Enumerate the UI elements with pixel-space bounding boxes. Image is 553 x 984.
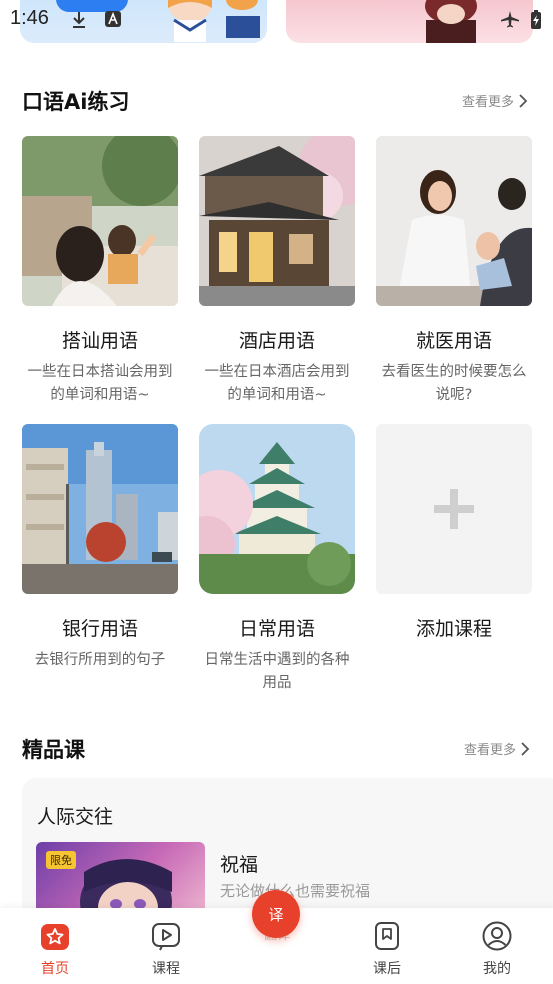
- course-card-medical[interactable]: 就医用语 去看医生的时候要怎么说呢?: [376, 136, 532, 407]
- more-link-label: 查看更多: [462, 95, 515, 110]
- course-title: 日常用语: [238, 618, 315, 640]
- translate-app-icon: [105, 11, 121, 27]
- course-description: 去银行所用到的句子: [34, 652, 166, 668]
- speaking-more-link[interactable]: 查看更多: [462, 91, 528, 110]
- more-link-label: 查看更多: [464, 743, 517, 758]
- premium-more-link[interactable]: 查看更多: [464, 739, 530, 758]
- profile-icon: [482, 921, 512, 951]
- add-course-label: 添加课程: [415, 618, 492, 640]
- nav-label: 首页: [41, 961, 69, 977]
- lesson-title[interactable]: 祝福: [220, 850, 258, 877]
- course-description: 去看医生的时候要怎么说呢?: [381, 364, 527, 403]
- promo-banner-left[interactable]: [20, 0, 267, 43]
- nav-label: 课程: [152, 961, 180, 977]
- course-title: 酒店用语: [238, 330, 315, 352]
- course-title: 就医用语: [415, 330, 492, 352]
- course-card-hotel[interactable]: 酒店用语 一些在日本酒店会用到的单词和用语~: [199, 136, 355, 407]
- nav-course[interactable]: 课程: [131, 920, 201, 978]
- translate-button[interactable]: 译: [252, 890, 300, 938]
- course-image: [22, 424, 178, 594]
- battery-charging-icon: [531, 10, 541, 29]
- course-description: 日常生活中遇到的各种用品: [204, 652, 350, 691]
- course-image: [199, 424, 355, 594]
- nav-after-class[interactable]: 课后: [352, 920, 422, 978]
- add-course-box[interactable]: [376, 424, 532, 594]
- course-title: 搭讪用语: [61, 330, 138, 352]
- course-image: [199, 136, 355, 306]
- course-card-daily[interactable]: 日常用语 日常生活中遇到的各种用品: [199, 424, 355, 695]
- course-description: 一些在日本搭讪会用到的单词和用语~: [27, 364, 173, 403]
- add-course-card[interactable]: 添加课程: [376, 424, 532, 641]
- nav-label: 课后: [373, 961, 401, 977]
- play-icon: [152, 923, 180, 951]
- speaking-section-title: 口语Ai练习: [22, 90, 130, 114]
- airplane-mode-icon: [501, 11, 519, 28]
- promo-banner-right[interactable]: [286, 0, 533, 43]
- free-badge: 限免: [46, 851, 76, 869]
- premium-category: 人际交往: [37, 806, 114, 828]
- bookmark-icon: [375, 922, 399, 950]
- translate-icon: 译: [268, 905, 284, 924]
- course-image: [376, 136, 532, 306]
- plus-icon: [434, 489, 474, 529]
- status-time: 1:46: [10, 7, 49, 29]
- lesson-subtitle: 无论做什么也需要祝福: [220, 882, 371, 900]
- premium-section-title: 精品课: [22, 738, 85, 762]
- download-icon: [73, 12, 85, 28]
- nav-label: 我的: [483, 961, 511, 977]
- banner-character-illustration: [425, 0, 477, 43]
- nav-mine[interactable]: 我的: [462, 920, 532, 978]
- nav-home[interactable]: 首页: [20, 920, 90, 978]
- banner-character-illustration: [168, 0, 260, 42]
- chevron-right-icon: [521, 741, 530, 756]
- chevron-right-icon: [519, 93, 528, 108]
- course-image: [22, 136, 178, 306]
- course-card-bank[interactable]: 银行用语 去银行所用到的句子: [22, 424, 178, 672]
- course-card-pickup[interactable]: 搭讪用语 一些在日本搭讪会用到的单词和用语~: [22, 136, 178, 407]
- home-icon: [41, 924, 69, 950]
- course-title: 银行用语: [61, 618, 138, 640]
- course-description: 一些在日本酒店会用到的单词和用语~: [204, 364, 350, 403]
